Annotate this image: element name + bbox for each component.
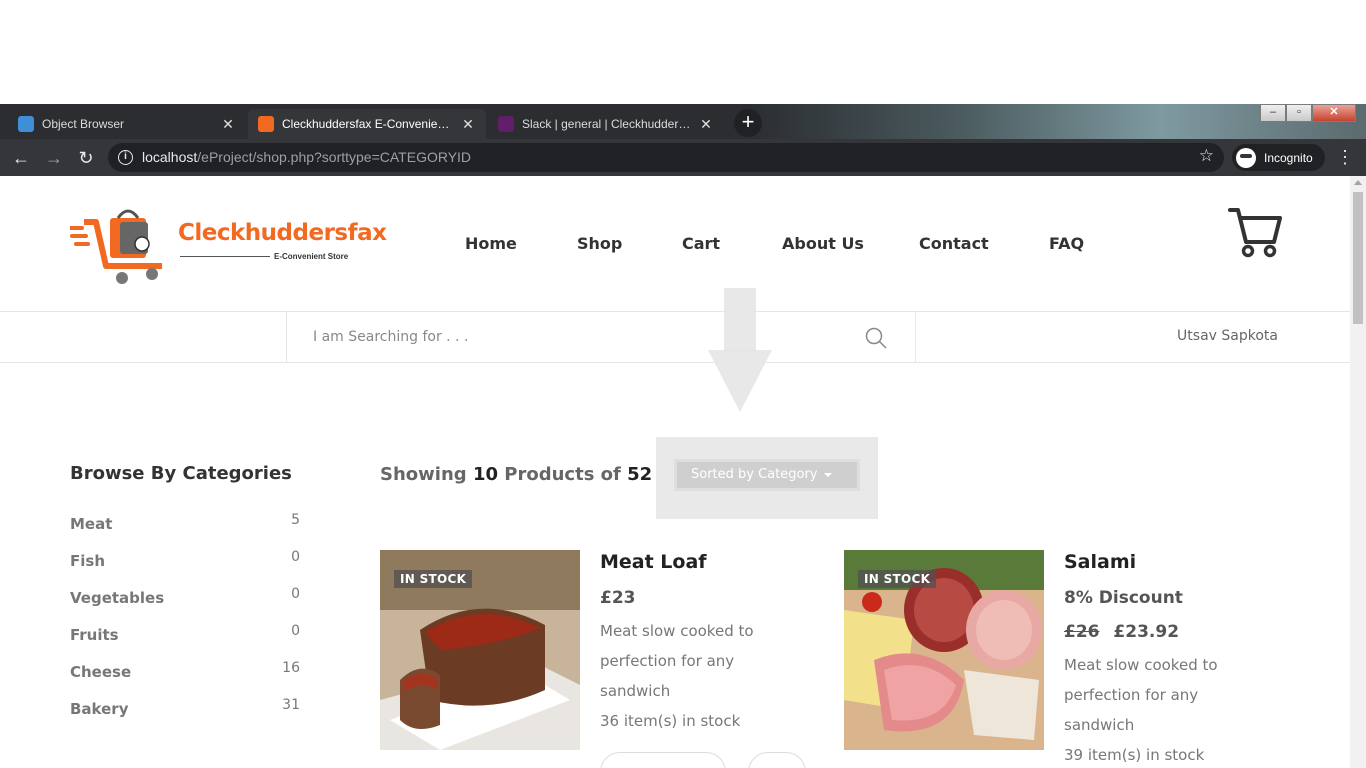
store-favicon-icon [258,116,274,132]
close-icon[interactable]: ✕ [460,116,476,133]
cart-icon[interactable] [1228,206,1282,258]
user-account-link[interactable]: Utsav Sapkota [1177,328,1278,344]
category-name: Fish [70,552,105,570]
nav-faq[interactable]: FAQ [1049,234,1084,253]
categories-heading: Browse By Categories [70,463,292,484]
sort-panel: Sorted by Category [656,437,878,519]
nav-cart[interactable]: Cart [682,234,720,253]
product-stock: 39 item(s) in stock [1064,746,1205,764]
category-item-meat[interactable]: Meat 5 [70,512,300,549]
search-field [286,312,916,362]
stock-badge: IN STOCK [394,570,473,588]
window-controls: – ▫ ✕ [1260,104,1356,122]
product-info: Salami 8% Discount £26 £23.92 Meat slow … [1064,550,1284,768]
category-count: 0 [291,586,300,602]
category-name: Meat [70,515,113,533]
tab-title: Object Browser [42,117,125,131]
category-count: 0 [291,623,300,639]
product-description: Meat slow cooked to perfection for any s… [600,622,754,700]
search-icon[interactable] [865,327,887,349]
nav-about-us[interactable]: About Us [782,234,864,253]
category-count: 5 [291,512,300,528]
browser-toolbar: ← → ↻ i localhost/eProject/shop.php?sort… [0,139,1366,176]
product-discount: 8% Discount [1064,588,1183,608]
page-scrollbar[interactable] [1350,176,1366,768]
tagline-rule [180,256,270,257]
site-info-icon[interactable]: i [118,150,133,165]
scroll-up-icon[interactable] [1354,180,1362,185]
nav-shop[interactable]: Shop [577,234,622,253]
reload-icon[interactable]: ↻ [75,147,97,169]
object-browser-favicon-icon [18,116,34,132]
tab-cleckhuddersfax[interactable]: Cleckhuddersfax E-Convenient St ✕ [248,109,486,139]
product-card-salami: IN STOCK Salami 8% Discount £26 £23.92 M… [844,550,1284,768]
address-bar[interactable]: i localhost/eProject/shop.php?sorttype=C… [108,143,1224,172]
window-close-icon[interactable]: ✕ [1312,104,1356,122]
sort-label: Sorted by Category [691,467,818,482]
product-info: Meat Loaf £23 Meat slow cooked to perfec… [600,550,820,768]
forward-icon[interactable]: → [43,147,65,169]
page-content: Cleckhuddersfax E-Convenient Store Home … [0,176,1350,768]
bookmark-star-icon[interactable]: ☆ [1199,146,1214,166]
wishlist-button[interactable] [748,752,806,768]
back-icon[interactable]: ← [10,147,32,169]
add-to-cart-button[interactable] [600,752,726,768]
product-old-price: £26 [1064,622,1100,642]
category-item-fruits[interactable]: Fruits 0 [70,623,300,660]
new-tab-button[interactable]: + [734,109,762,137]
product-image[interactable]: IN STOCK [380,550,580,750]
browser-tab-strip: Object Browser ✕ Cleckhuddersfax E-Conve… [0,104,1366,139]
slack-favicon-icon [498,116,514,132]
search-input[interactable] [313,325,853,349]
scrollbar-thumb[interactable] [1353,192,1363,324]
category-name: Bakery [70,700,129,718]
sort-dropdown[interactable]: Sorted by Category [674,459,860,491]
minimize-icon[interactable]: – [1260,104,1286,122]
category-item-fish[interactable]: Fish 0 [70,549,300,586]
maximize-icon[interactable]: ▫ [1286,104,1312,122]
product-image[interactable]: IN STOCK [844,550,1044,750]
incognito-icon [1236,147,1256,168]
shopping-cart-logo-icon [68,209,162,284]
brand-tagline: E-Convenient Store [274,252,349,261]
down-arrow-overlay-icon [708,288,772,412]
category-name: Vegetables [70,589,165,607]
browser-menu-icon[interactable]: ⋮ [1336,147,1354,168]
product-description: Meat slow cooked to perfection for any s… [1064,656,1218,734]
category-name: Fruits [70,626,119,644]
results-summary: Showing 10 Products of 52 [380,464,653,485]
tab-object-browser[interactable]: Object Browser ✕ [8,109,246,139]
tab-title: Slack | general | Cleckhuddersfax [522,117,692,131]
category-item-cheese[interactable]: Cheese 16 [70,660,300,697]
stock-badge: IN STOCK [858,570,937,588]
close-icon[interactable]: ✕ [698,116,714,133]
product-price-row: £26 £23.92 [1064,622,1284,642]
caret-down-icon [823,472,832,477]
nav-contact[interactable]: Contact [919,234,989,253]
url-text: localhost/eProject/shop.php?sorttype=CAT… [142,149,472,165]
product-price: £23 [600,588,636,608]
incognito-label: Incognito [1264,150,1313,165]
tab-title: Cleckhuddersfax E-Convenient St [282,117,454,131]
incognito-badge[interactable]: Incognito [1232,144,1325,171]
category-item-bakery[interactable]: Bakery 31 [70,697,300,734]
site-logo[interactable]: Cleckhuddersfax E-Convenient Store [68,208,387,286]
product-name[interactable]: Salami [1064,550,1284,574]
category-count: 0 [291,549,300,565]
tab-slack[interactable]: Slack | general | Cleckhuddersfax ✕ [488,109,724,139]
brand-name: Cleckhuddersfax [178,220,387,246]
category-count: 31 [282,697,300,713]
close-icon[interactable]: ✕ [220,116,236,133]
category-name: Cheese [70,663,132,681]
category-count: 16 [282,660,300,676]
product-price: £23.92 [1113,622,1180,642]
category-item-vegetables[interactable]: Vegetables 0 [70,586,300,623]
product-name[interactable]: Meat Loaf [600,550,820,574]
product-card-meat-loaf: IN STOCK Meat Loaf £23 Meat slow cooked … [380,550,820,768]
search-bar: Utsav Sapkota [0,311,1350,363]
category-list: Meat 5 Fish 0 Vegetables 0 Fruits 0 Chee… [70,512,300,734]
product-stock: 36 item(s) in stock [600,712,741,730]
nav-home[interactable]: Home [465,234,517,253]
